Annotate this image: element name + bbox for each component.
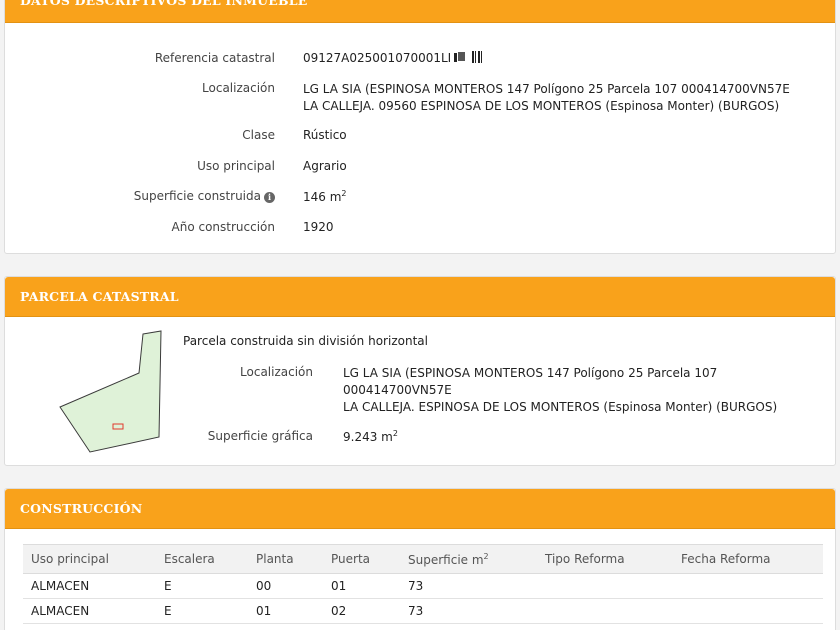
table-row: ALMACEN E 01 02 73 <box>23 598 823 624</box>
table-cell: 01 <box>323 573 400 599</box>
parcela-localizacion-label: Localización <box>240 365 313 379</box>
parcela-superficie-number: 9.243 m <box>343 430 393 444</box>
header-escalera[interactable]: Escalera <box>156 544 248 574</box>
localizacion-line-2: LA CALLEJA. 09560 ESPINOSA DE LOS MONTER… <box>303 99 780 113</box>
header-superficie-sup: 2 <box>483 551 489 561</box>
table-row: ALMACEN E 00 01 73 <box>23 573 823 599</box>
superficie-label-text: Superficie construida <box>133 189 261 203</box>
header-tipo-reforma[interactable]: Tipo Reforma <box>537 544 673 574</box>
parcela-localizacion-line-1: LG LA SIA (ESPINOSA MONTEROS 147 Polígon… <box>343 366 718 380</box>
header-superficie-text: Superficie m <box>408 552 484 567</box>
table-cell: E <box>156 598 248 624</box>
table-cell <box>673 573 823 599</box>
table-cell: 00 <box>248 573 323 599</box>
localizacion-value: LG LA SIA (ESPINOSA MONTEROS 147 Polígon… <box>303 81 790 115</box>
localizacion-label: Localización <box>202 81 275 95</box>
construccion-table: Uso principal Escalera Planta Puerta Sup… <box>23 544 823 624</box>
barcode-icon[interactable] <box>472 51 485 63</box>
table-cell: 01 <box>248 598 323 624</box>
header-planta[interactable]: Planta <box>248 544 323 574</box>
parcela-localizacion-line-3: LA CALLEJA. ESPINOSA DE LOS MONTEROS (Es… <box>343 400 778 414</box>
table-cell <box>537 573 673 599</box>
parcel-map[interactable] <box>57 329 172 459</box>
header-uso-principal[interactable]: Uso principal <box>23 544 156 574</box>
table-cell: ALMACEN <box>23 598 156 624</box>
table-cell: 73 <box>400 573 537 599</box>
uso-value: Agrario <box>303 159 347 173</box>
parcela-localizacion-line-2: 000414700VN57E <box>343 383 452 397</box>
superficie-number: 146 m <box>303 190 342 204</box>
table-cell: E <box>156 573 248 599</box>
superficie-label: Superficie construida i <box>134 189 275 203</box>
panel-title: CONSTRUCCIÓN <box>5 489 835 529</box>
parcel-shape <box>59 330 162 453</box>
uso-label: Uso principal <box>197 159 275 173</box>
header-fecha-reforma[interactable]: Fecha Reforma <box>673 544 823 574</box>
parcela-subtitle: Parcela construida sin división horizont… <box>183 334 428 348</box>
table-cell <box>537 598 673 624</box>
info-icon[interactable]: i <box>264 192 275 203</box>
parcela-catastral-panel: PARCELA CATASTRAL Parcela construida sin… <box>4 276 836 466</box>
table-cell: ALMACEN <box>23 573 156 599</box>
parcela-superficie-value: 9.243 m2 <box>343 429 398 444</box>
parcela-localizacion-value: LG LA SIA (ESPINOSA MONTEROS 147 Polígon… <box>343 365 777 416</box>
clase-value: Rústico <box>303 128 347 142</box>
datos-descriptivos-panel: DATOS DESCRIPTIVOS DEL INMUEBLE Referenc… <box>4 0 836 254</box>
anio-label: Año construcción <box>171 220 276 234</box>
table-header-row: Uso principal Escalera Planta Puerta Sup… <box>23 544 823 574</box>
clase-label: Clase <box>242 128 275 142</box>
referencia-label: Referencia catastral <box>154 51 275 65</box>
table-cell: 02 <box>323 598 400 624</box>
construccion-panel: CONSTRUCCIÓN Uso principal Escalera Plan… <box>4 488 836 630</box>
localizacion-line-1: LG LA SIA (ESPINOSA MONTEROS 147 Polígon… <box>303 82 790 96</box>
referencia-text[interactable]: 09127A025001070001LI <box>303 51 451 65</box>
superficie-unit-sup: 2 <box>341 189 347 198</box>
table-cell: 73 <box>400 598 537 624</box>
header-puerta[interactable]: Puerta <box>323 544 400 574</box>
header-superficie[interactable]: Superficie m2 <box>400 544 537 574</box>
referencia-value: 09127A025001070001LI <box>303 51 485 65</box>
table-cell <box>673 598 823 624</box>
parcela-superficie-label: Superficie gráfica <box>207 429 313 443</box>
panel-title: PARCELA CATASTRAL <box>5 277 835 317</box>
anio-value: 1920 <box>303 220 334 234</box>
panel-title: DATOS DESCRIPTIVOS DEL INMUEBLE <box>5 0 835 23</box>
superficie-value: 146 m2 <box>303 189 347 204</box>
copy-icon[interactable] <box>454 51 467 63</box>
parcela-superficie-sup: 2 <box>392 429 398 438</box>
